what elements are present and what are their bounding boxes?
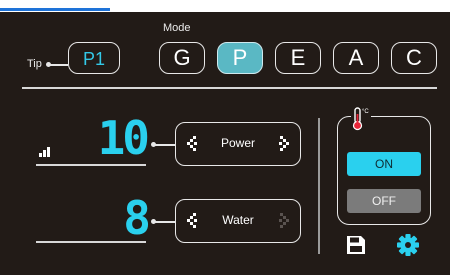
- top-accent-bar: [0, 8, 110, 11]
- top-strip: [0, 0, 450, 12]
- section-divider: [318, 118, 320, 254]
- heater-on-button[interactable]: ON: [347, 152, 421, 176]
- mode-button-g[interactable]: G: [159, 42, 205, 74]
- tip-label: Tip: [27, 58, 42, 70]
- water-connector: [151, 219, 175, 224]
- water-value-underline: [36, 241, 146, 243]
- mode-button-p[interactable]: P: [217, 42, 263, 74]
- mode-button-a[interactable]: A: [333, 42, 379, 74]
- tip-connector: [46, 62, 68, 67]
- thermometer-icon: °C: [351, 106, 371, 132]
- power-value-underline: [36, 164, 146, 166]
- temperature-unit: °C: [362, 109, 369, 115]
- mode-button-c[interactable]: C: [391, 42, 437, 74]
- gear-icon[interactable]: [396, 233, 420, 257]
- control-panel: Tip P1 Mode G P E A C 10 Power 8 Water °…: [0, 12, 450, 275]
- mode-button-e[interactable]: E: [275, 42, 321, 74]
- power-increase-icon[interactable]: [278, 135, 292, 153]
- power-connector: [151, 142, 175, 147]
- water-increase-icon[interactable]: [278, 212, 292, 230]
- save-icon[interactable]: [345, 234, 367, 256]
- water-value-display: 8: [123, 191, 151, 245]
- water-control: Water: [175, 199, 301, 243]
- header-divider: [22, 87, 437, 89]
- tip-value-button[interactable]: P1: [68, 42, 120, 74]
- heater-off-button[interactable]: OFF: [347, 189, 421, 213]
- signal-bars-icon: [39, 147, 50, 157]
- power-control: Power: [175, 122, 301, 166]
- power-value-display: 10: [97, 111, 150, 165]
- mode-label: Mode: [163, 22, 191, 34]
